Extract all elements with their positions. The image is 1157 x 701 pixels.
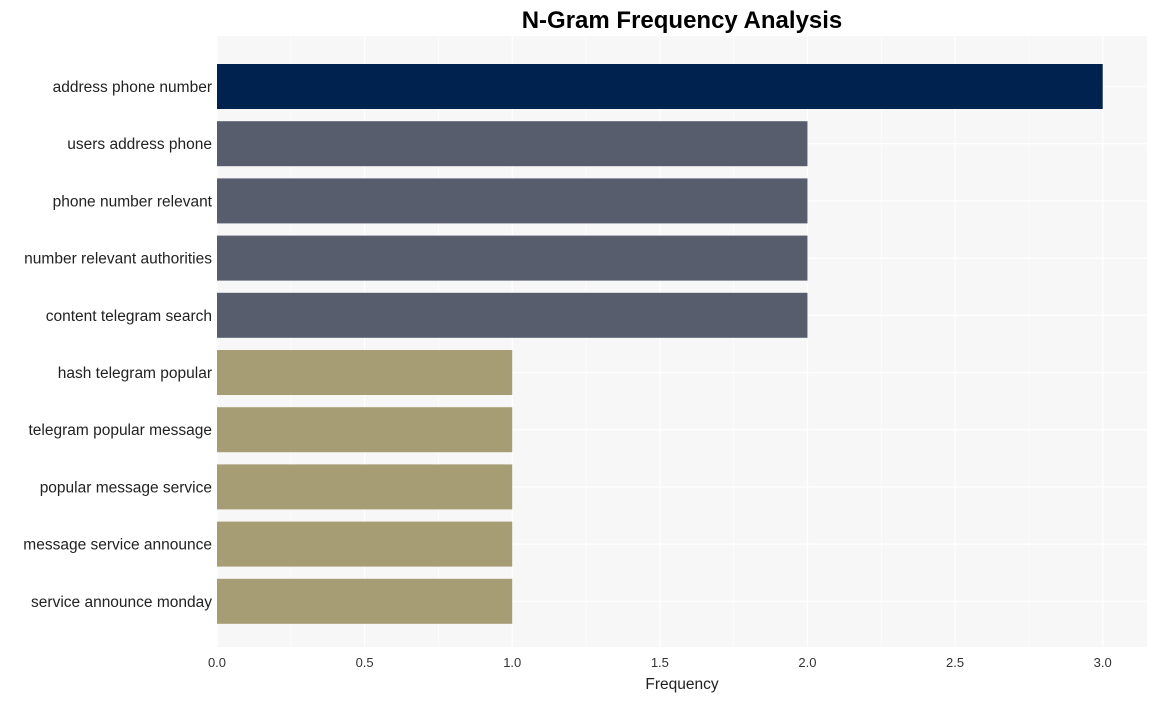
category-label: users address phone: [67, 136, 212, 153]
category-label: message service announce: [23, 537, 212, 554]
category-label: telegram popular message: [28, 422, 212, 439]
category-label: hash telegram popular: [58, 365, 212, 382]
category-label: content telegram search: [46, 308, 212, 325]
ngram-bar-chart: address phone number users address phone p…: [23, 7, 1147, 693]
x-tick-label: 0.0: [208, 655, 226, 670]
x-tick-label: 1.0: [503, 655, 521, 670]
chart-title: N-Gram Frequency Analysis: [522, 7, 843, 34]
category-label: phone number relevant: [53, 193, 213, 210]
bar: [217, 407, 513, 453]
bar: [217, 578, 513, 624]
bar: [217, 464, 513, 510]
x-tick-labels: 0.0 0.5 1.0 1.5 2.0 2.5 3.0: [208, 655, 1112, 670]
x-tick-label: 2.0: [798, 655, 816, 670]
bar: [217, 521, 513, 567]
bar: [217, 350, 513, 395]
x-tick-label: 1.5: [651, 655, 669, 670]
category-label: popular message service: [40, 479, 212, 496]
category-labels: address phone number users address phone p…: [23, 79, 212, 611]
bar: [217, 235, 808, 281]
bar: [217, 178, 808, 224]
x-axis-label: Frequency: [645, 676, 718, 693]
x-tick-label: 0.5: [356, 655, 374, 670]
category-label: number relevant authorities: [24, 251, 212, 268]
bar: [217, 292, 808, 338]
category-label: address phone number: [53, 79, 212, 96]
x-tick-label: 3.0: [1094, 655, 1112, 670]
category-label: service announce monday: [31, 594, 212, 611]
bar: [217, 121, 808, 167]
bar: [217, 64, 1103, 109]
x-tick-label: 2.5: [946, 655, 964, 670]
